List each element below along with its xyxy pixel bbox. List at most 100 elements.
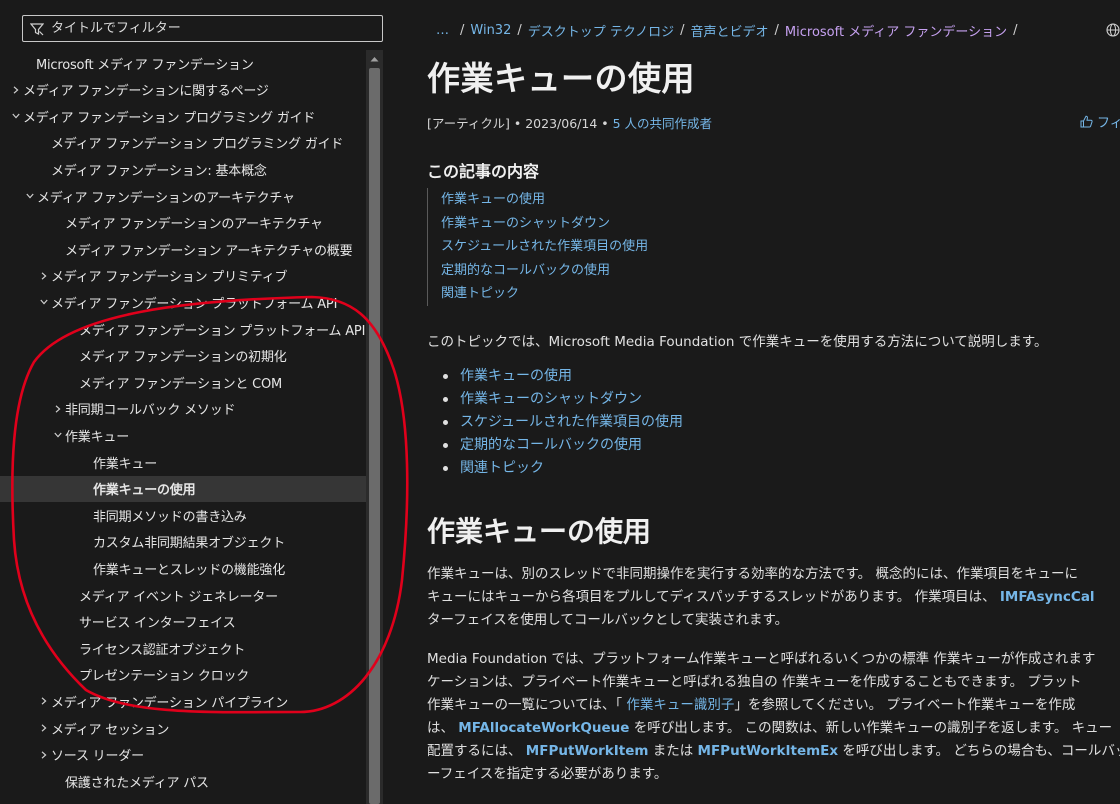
sidebar-item[interactable]: メディア ファンデーション プログラミング ガイド	[0, 130, 366, 156]
mfputworkitemex-link[interactable]: MFPutWorkItemEx	[698, 743, 839, 759]
sidebar-item[interactable]: 非同期メソッドの書き込み	[0, 502, 366, 528]
sidebar-item-label: メディア ファンデーションの初期化	[79, 350, 287, 366]
section-heading: 作業キューの使用	[427, 515, 652, 548]
scroll-up-arrow-icon[interactable]	[366, 50, 383, 67]
bullet-link-shutting-down[interactable]: 作業キューのシャットダウン	[460, 388, 642, 411]
sidebar-item-label: メディア ファンデーション プログラミング ガイド	[51, 137, 344, 153]
sidebar-item[interactable]: 保護されたメディア パス	[0, 768, 366, 794]
bullet-link-related-topics[interactable]: 関連トピック	[460, 457, 544, 480]
breadcrumb-desktop-tech[interactable]: デスクトップ テクノロジ	[528, 21, 674, 40]
sidebar-item[interactable]: メディア ファンデーション アーキテクチャの概要	[0, 236, 366, 262]
sidebar-item[interactable]: カスタム非同期結果オブジェクト	[0, 529, 366, 555]
sidebar-item[interactable]: ソース リーダー	[0, 742, 366, 768]
sidebar-item-label: メディア ファンデーション プラットフォーム API	[51, 296, 338, 312]
in-article-link-shutting-down[interactable]: 作業キューのシャットダウン	[441, 212, 648, 236]
in-article-link-scheduled-items[interactable]: スケジュールされた作業項目の使用	[441, 235, 648, 259]
chevron-right-icon[interactable]	[9, 85, 23, 94]
sidebar-item[interactable]: メディア ファンデーション パイプライン	[0, 688, 366, 714]
bullet-link-periodic-callbacks[interactable]: 定期的なコールバックの使用	[460, 434, 642, 457]
sidebar-item-label: メディア ファンデーション アーキテクチャの概要	[65, 243, 353, 259]
work-queue-identifiers-link[interactable]: 作業キュー識別子	[626, 697, 734, 713]
feedback-button[interactable]: フィ	[1080, 112, 1120, 131]
sidebar-item[interactable]: 作業キューとスレッドの機能強化	[0, 555, 366, 581]
sidebar-item[interactable]: メディア セッション	[0, 715, 366, 741]
paragraph-line: キューにはキューから各項目をプルしてディスパッチするスレッドがあります。 作業項…	[427, 586, 1120, 609]
list-item: 定期的なコールバックの使用	[443, 434, 683, 457]
article-type: [アーティクル]	[427, 116, 510, 131]
chevron-down-icon[interactable]	[23, 193, 37, 199]
chevron-right-icon[interactable]	[37, 697, 51, 706]
sidebar-item[interactable]: プレゼンテーション クロック	[0, 662, 366, 688]
breadcrumb: … / Win32 / デスクトップ テクノロジ / 音声とビデオ / Micr…	[436, 21, 1024, 40]
chevron-right-icon[interactable]	[37, 724, 51, 732]
sidebar-item[interactable]: メディア ファンデーションのアーキテクチャ	[0, 183, 366, 209]
mfputworkitem-link[interactable]: MFPutWorkItem	[526, 743, 649, 759]
sidebar-item[interactable]: 非同期コールバック メソッド	[0, 396, 366, 422]
filter-icon	[30, 22, 44, 35]
sidebar-item[interactable]: メディア ファンデーション プラットフォーム API	[0, 289, 366, 315]
chevron-right-icon[interactable]	[37, 750, 51, 759]
sidebar-item[interactable]: Microsoft メディア ファンデーション	[0, 50, 366, 76]
breadcrumb-more[interactable]: …	[436, 23, 450, 38]
sidebar-item[interactable]: メディア ファンデーション: 基本概念	[0, 156, 366, 182]
chevron-right-icon[interactable]	[37, 272, 51, 280]
sidebar-item-label: 非同期メソッドの書き込み	[93, 509, 247, 525]
scroll-thumb[interactable]	[369, 68, 380, 804]
sidebar-item[interactable]: メディア ファンデーション プリミティブ	[0, 263, 366, 289]
chevron-down-icon[interactable]	[37, 299, 51, 305]
breadcrumb-separator: /	[680, 23, 685, 38]
sidebar-item[interactable]: 作業キューの使用	[0, 475, 366, 502]
breadcrumb-win32[interactable]: Win32	[470, 23, 511, 38]
intro-paragraph: このトピックでは、Microsoft Media Foundation で作業キ…	[427, 334, 1048, 350]
meta-separator: •	[601, 116, 613, 131]
filter-input[interactable]	[44, 21, 382, 36]
sidebar-scrollbar[interactable]	[366, 50, 383, 804]
article-date: 2023/06/14	[525, 116, 598, 131]
sidebar-item-label: メディア ファンデーション プリミティブ	[51, 270, 288, 286]
paragraph-line: は、 MFAllocateWorkQueue を呼び出します。 この関数は、新し…	[427, 717, 1120, 740]
sidebar-item-label: 保護されたメディア パス	[65, 775, 209, 791]
in-article-link-using-work-queues[interactable]: 作業キューの使用	[441, 188, 648, 212]
sidebar-item-label: 作業キュー	[65, 429, 130, 445]
bullet-link-using-work-queues[interactable]: 作業キューの使用	[460, 365, 572, 388]
sidebar-item[interactable]: サービス インターフェイス	[0, 609, 366, 635]
paragraph-line: ターフェイスを使用してコールバックとして実装されます。	[427, 612, 789, 628]
sidebar-item-label: メディア ファンデーションのアーキテクチャ	[65, 217, 323, 233]
filter-box[interactable]	[22, 15, 383, 42]
sidebar-item[interactable]: メディア ファンデーション プラットフォーム API	[0, 316, 366, 342]
sidebar-item[interactable]: メディア ファンデーションのアーキテクチャ	[0, 210, 366, 236]
text-run: を呼び出します。 どちらの場合も、コールバッ	[838, 743, 1120, 759]
mfallocateworkqueue-link[interactable]: MFAllocateWorkQueue	[458, 720, 629, 736]
bullet-dot	[443, 443, 448, 448]
breadcrumb-media-foundation[interactable]: Microsoft メディア ファンデーション	[785, 21, 1007, 40]
chevron-right-icon[interactable]	[51, 405, 65, 413]
sidebar-item[interactable]: ライセンス認証オブジェクト	[0, 635, 366, 661]
breadcrumb-separator: /	[1013, 23, 1018, 38]
meta-separator: •	[513, 116, 526, 131]
in-article-link-periodic-callbacks[interactable]: 定期的なコールバックの使用	[441, 259, 648, 283]
sidebar-item[interactable]: メディア ファンデーションに関するページ	[0, 77, 366, 103]
contributors-link[interactable]: 5 人の共同作成者	[613, 116, 712, 131]
breadcrumb-audio-video[interactable]: 音声とビデオ	[691, 21, 769, 40]
paragraph-line: ーフェイスを指定する必要があります。	[427, 766, 668, 782]
sidebar-item[interactable]: メディア イベント ジェネレーター	[0, 582, 366, 608]
chevron-down-icon[interactable]	[51, 432, 65, 438]
bullet-dot	[443, 374, 448, 379]
text-run: 配置するには、	[427, 743, 526, 759]
chevron-down-icon[interactable]	[9, 113, 23, 119]
sidebar-item-label: メディア ファンデーション プラットフォーム API	[79, 323, 366, 339]
article-meta: [アーティクル] • 2023/06/14 • 5 人の共同作成者	[427, 113, 712, 132]
sidebar-item[interactable]: 作業キュー	[0, 422, 366, 448]
sidebar-item[interactable]: メディア ファンデーション プログラミング ガイド	[0, 103, 366, 129]
sidebar-item-label: 作業キューとスレッドの機能強化	[93, 562, 286, 578]
paragraph-2: Media Foundation では、プラットフォーム作業キューと呼ばれるいく…	[427, 648, 1120, 786]
bullet-link-scheduled-items[interactable]: スケジュールされた作業項目の使用	[460, 411, 683, 434]
sidebar-item[interactable]: 作業キュー	[0, 449, 366, 475]
sidebar-item[interactable]: メディア ファンデーションの初期化	[0, 343, 366, 369]
sidebar-item-label: 作業キューの使用	[93, 483, 196, 499]
imfasynccallback-link[interactable]: IMFAsyncCal	[1000, 589, 1095, 605]
sidebar-item[interactable]: メディア ファンデーションと COM	[0, 369, 366, 395]
breadcrumb-separator: /	[517, 23, 522, 38]
globe-icon[interactable]	[1106, 23, 1120, 37]
in-article-link-related-topics[interactable]: 関連トピック	[441, 282, 648, 306]
